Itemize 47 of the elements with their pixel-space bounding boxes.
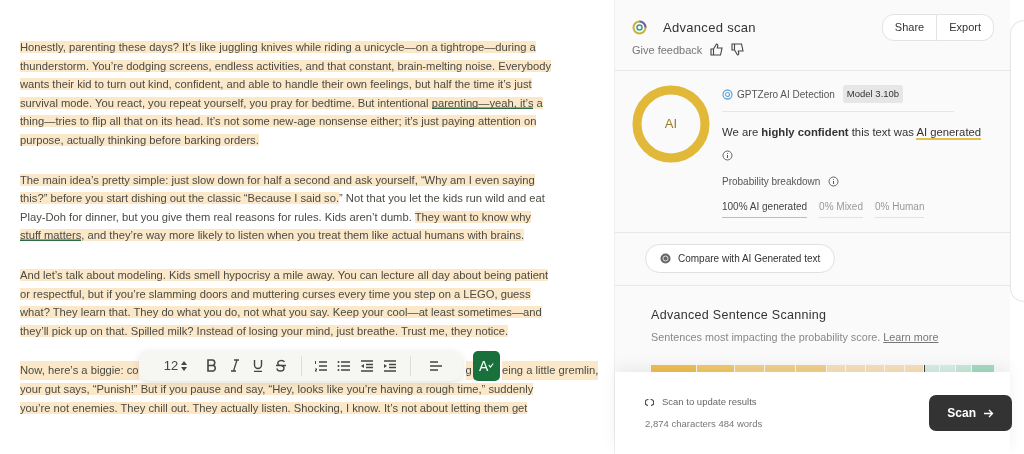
- character-count: 2,874 characters 484 words: [645, 416, 763, 431]
- check-icon: [488, 362, 494, 370]
- text-fragment: Now, here’s a biggie: co: [20, 361, 139, 380]
- export-button[interactable]: Export: [937, 14, 994, 41]
- thumbs-up-button[interactable]: [710, 43, 724, 57]
- paragraph-line: survival mode. You react, you repeat yourself, you pray for bedtime. But intentional parenting—yeah, it’s a: [20, 95, 543, 111]
- feedback-label: Give feedback: [632, 42, 703, 58]
- strikethrough-icon: [274, 359, 287, 373]
- score-label: AI: [664, 115, 678, 134]
- indent-icon: [382, 358, 397, 373]
- underline-icon: [251, 359, 264, 373]
- compare-button[interactable]: Compare with AI Generated text: [645, 244, 836, 274]
- knot-icon: [660, 253, 671, 265]
- breakdown-label: Probability breakdown: [722, 175, 821, 190]
- scan-status: Scan to update results: [662, 395, 757, 410]
- thumbs-up-icon: [710, 43, 724, 57]
- detector-icon: [722, 88, 733, 100]
- info-icon: [722, 149, 733, 161]
- paragraph-line: Play-Doh for dinner, but you give them real reasons for rules. Kids aren’t dumb. They want to know why: [20, 209, 531, 225]
- bold-icon: [205, 359, 218, 373]
- numbered-list-icon: [313, 358, 328, 373]
- section-title: Advanced Sentence Scanning: [651, 307, 828, 325]
- detector-name: GPTZero AI Detection: [737, 87, 835, 102]
- align-left-icon: [428, 358, 443, 373]
- info-icon: [828, 176, 840, 188]
- share-button[interactable]: Share: [881, 14, 938, 41]
- scan-button[interactable]: Scan: [929, 395, 1012, 431]
- writing-assistant-button[interactable]: A: [472, 350, 500, 381]
- text-fragment: eing a little gremlin,: [501, 361, 599, 380]
- thumbs-down-icon: [731, 43, 745, 57]
- logo-icon: [632, 19, 647, 35]
- stepper-arrows-icon: [181, 360, 188, 371]
- paragraph-line: stuff matters, and they’re way more likely to listen when you treat them like actual humans with brains.: [20, 228, 525, 244]
- paragraph-line: this?” before you start dishing out the classic “Because I said so.” Not that you let the kids run wild and eat: [20, 191, 545, 207]
- italic-icon: [228, 359, 241, 373]
- font-size-stepper[interactable]: 12: [158, 353, 193, 378]
- thumbs-down-button[interactable]: [731, 43, 745, 57]
- refresh-icon: [645, 397, 654, 407]
- outdent-icon: [359, 358, 374, 373]
- learn-more-link[interactable]: Learn more: [883, 330, 939, 343]
- section-subtitle: Sentences most impacting the probability score. Learn more: [651, 329, 940, 345]
- breakdown-tab[interactable]: 100% AI generated: [722, 198, 808, 219]
- bullet-list-icon: [336, 358, 351, 373]
- model-version: Model 3.10b: [842, 85, 904, 104]
- verdict-text: We are highly confident this text was AI generated: [722, 125, 983, 142]
- arrow-right-icon: [984, 408, 994, 418]
- panel-title: Advanced scan: [663, 18, 756, 37]
